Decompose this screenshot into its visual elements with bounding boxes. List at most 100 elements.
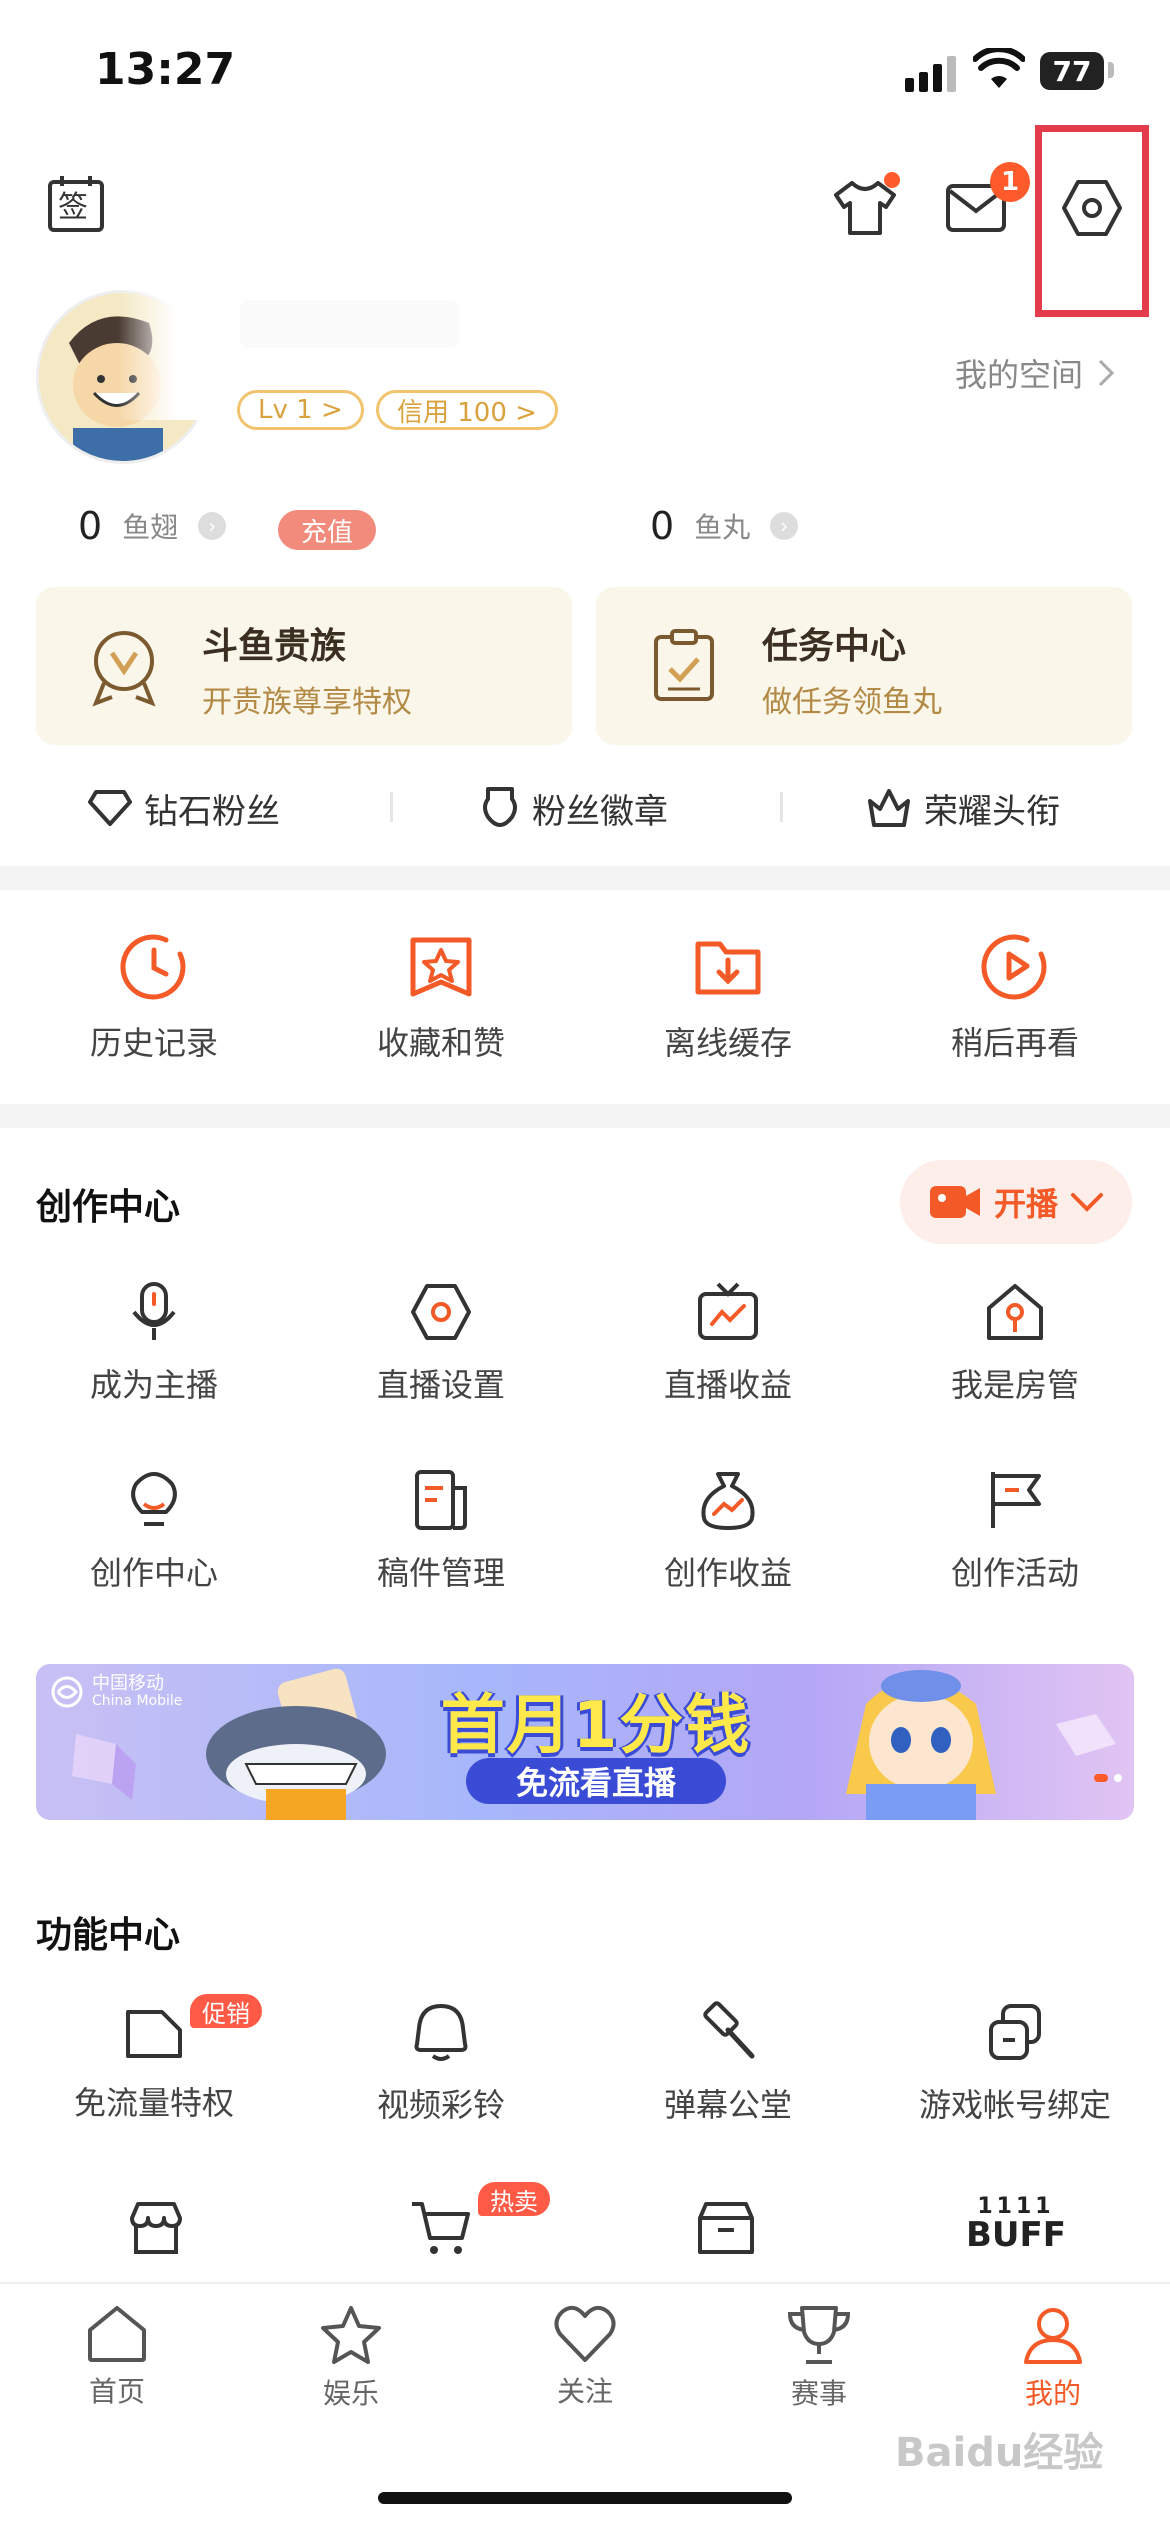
baidu-watermark: Baidu经验 (895, 2430, 1104, 2476)
battery-indicator: 77 (1040, 52, 1104, 90)
box-icon (698, 2202, 754, 2254)
creator-center-button[interactable]: 创作中心 (8, 1468, 300, 1594)
gavel-icon (703, 2001, 755, 2059)
favorites-button[interactable]: 收藏和赞 (295, 930, 587, 1064)
tab-home[interactable]: 首页 (0, 2304, 234, 2410)
promo-banner[interactable]: 中国移动 China Mobile 首月1分钱 免流看直播 (36, 1664, 1134, 1820)
tab-home-label: 首页 (88, 2375, 145, 2408)
play-later-icon (981, 934, 1047, 1000)
start-live-button[interactable]: 开播 (900, 1160, 1132, 1244)
sign-in-button[interactable]: 签 (36, 164, 116, 244)
become-streamer-label: 成为主播 (89, 1366, 218, 1404)
avatar-fade (118, 290, 218, 420)
divider (780, 792, 783, 822)
tab-entertainment[interactable]: 娱乐 (234, 2304, 468, 2412)
shop-button[interactable] (120, 2192, 192, 2264)
data-free-privilege-label: 免流量特权 (73, 2084, 234, 2122)
chevron-right-icon (1098, 359, 1115, 387)
shopping-cart-icon (412, 2202, 470, 2254)
level-pill[interactable]: Lv 1 > (237, 390, 364, 430)
recharge-button[interactable]: 充值 (278, 510, 376, 550)
honor-title-label: 荣耀头衔 (924, 791, 1060, 832)
sim-card-icon (126, 2010, 182, 2058)
archive-button[interactable] (690, 2192, 762, 2264)
money-bag-icon (701, 1472, 755, 1530)
folder-download-icon (695, 941, 761, 995)
clock-icon (120, 934, 186, 1000)
task-center-title: 任务中心 (762, 626, 907, 667)
nobility-subtitle: 开贵族尊享特权 (202, 685, 412, 720)
become-streamer-button[interactable]: 成为主播 (8, 1280, 300, 1406)
tab-events-label: 赛事 (790, 2377, 847, 2410)
room-admin-button[interactable]: 我是房管 (869, 1280, 1161, 1406)
creation-center-title: 创作中心 (36, 1187, 181, 1228)
fish-fin-currency[interactable]: 0 鱼翅 › (78, 504, 227, 548)
fish-ball-label: 鱼丸 (694, 511, 751, 544)
home-indicator (378, 2492, 792, 2504)
promo-tag: 促销 (190, 1994, 262, 2028)
status-time: 13:27 (95, 44, 236, 95)
store-icon (130, 2202, 182, 2254)
fish-fin-label: 鱼翅 (122, 511, 179, 544)
history-button[interactable]: 历史记录 (8, 930, 300, 1064)
nobility-card[interactable]: 斗鱼贵族 开贵族尊享特权 (36, 587, 572, 745)
china-mobile-logo: 中国移动 China Mobile (50, 1674, 182, 1709)
creator-center-label: 创作中心 (89, 1554, 218, 1592)
chevron-down-icon (1071, 1193, 1103, 1212)
nobility-medal-icon (92, 631, 156, 707)
tab-mine[interactable]: 我的 (936, 2304, 1170, 2412)
manuscript-manage-button[interactable]: 稿件管理 (295, 1468, 587, 1594)
cellular-signal-icon (905, 52, 956, 92)
tab-entertainment-label: 娱乐 (322, 2377, 379, 2410)
banner-headline: 首月1分钱 (440, 1689, 752, 1763)
task-center-subtitle: 做任务领鱼丸 (762, 685, 942, 720)
creation-events-label: 创作活动 (950, 1554, 1079, 1592)
start-live-label: 开播 (993, 1185, 1058, 1223)
brand-en: China Mobile (92, 1692, 183, 1709)
manuscript-manage-label: 稿件管理 (376, 1554, 505, 1592)
diamond-fans-label: 钻石粉丝 (144, 791, 280, 832)
task-center-card[interactable]: 任务中心 做任务领鱼丸 (596, 587, 1132, 745)
fish-fin-value: 0 (78, 504, 103, 548)
my-space-link[interactable]: 我的空间 (955, 350, 1115, 396)
function-center-title: 功能中心 (36, 1915, 181, 1956)
hot-sale-tag: 热卖 (478, 2182, 550, 2216)
crown-icon (868, 789, 910, 827)
home-icon (88, 2306, 146, 2362)
cube-decoration (72, 1734, 136, 1800)
tab-follow-label: 关注 (556, 2375, 613, 2408)
fan-badge-item[interactable]: 粉丝徽章 (480, 780, 668, 836)
video-ringtone-button[interactable]: 视频彩铃 (295, 2000, 587, 2126)
cart-button[interactable] (404, 2192, 476, 2264)
live-settings-label: 直播设置 (376, 1366, 505, 1404)
chevron-right-circle-icon: › (770, 512, 799, 540)
diamond-fans-item[interactable]: 钻石粉丝 (88, 780, 280, 836)
document-icon (415, 1470, 467, 1530)
watch-later-button[interactable]: 稍后再看 (869, 930, 1161, 1064)
tab-events[interactable]: 赛事 (702, 2304, 936, 2412)
star-icon (321, 2306, 381, 2364)
section-gap (0, 1104, 1170, 1128)
live-settings-button[interactable]: 直播设置 (295, 1280, 587, 1406)
offline-cache-button[interactable]: 离线缓存 (582, 930, 874, 1064)
tab-follow[interactable]: 关注 (468, 2304, 702, 2410)
video-ringtone-label: 视频彩铃 (376, 2086, 505, 2124)
tv-chart-icon (698, 1282, 758, 1340)
credit-pill[interactable]: 信用 100 > (376, 390, 558, 430)
creation-events-button[interactable]: 创作活动 (869, 1468, 1161, 1594)
favorites-label: 收藏和赞 (376, 1024, 505, 1062)
banner-page-dot-active (1094, 1774, 1108, 1782)
section-gap (0, 866, 1170, 890)
danmaku-court-label: 弹幕公堂 (663, 2086, 792, 2124)
honor-title-item[interactable]: 荣耀头衔 (866, 780, 1060, 836)
game-account-binding-button[interactable]: 游戏帐号绑定 (869, 2000, 1161, 2126)
danmaku-court-button[interactable]: 弹幕公堂 (582, 2000, 874, 2126)
house-key-icon (987, 1284, 1043, 1340)
buff-button[interactable]: 1111 BUFF (966, 2196, 1066, 2266)
china-mobile-logo-icon (51, 1676, 83, 1708)
live-revenue-button[interactable]: 直播收益 (582, 1280, 874, 1406)
creation-revenue-button[interactable]: 创作收益 (582, 1468, 874, 1594)
microphone-icon (132, 1282, 176, 1340)
creation-revenue-label: 创作收益 (663, 1554, 792, 1592)
fish-ball-currency[interactable]: 0 鱼丸 › (650, 504, 799, 548)
